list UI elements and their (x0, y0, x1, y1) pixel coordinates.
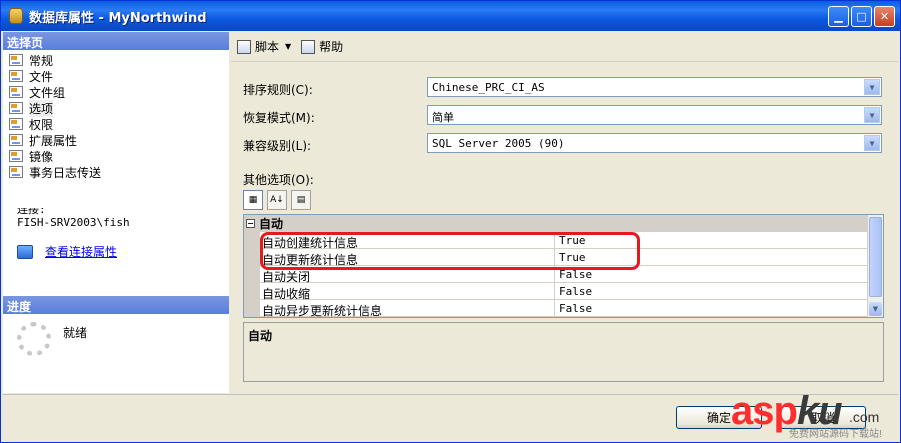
page-icon (9, 166, 23, 178)
recovery-label: 恢复模式(M): (243, 111, 315, 125)
property-pages-icon[interactable]: ▤ (291, 190, 311, 210)
grid-row[interactable]: 自动收缩 False (244, 283, 883, 301)
script-icon (237, 39, 251, 54)
scrollbar-thumb[interactable] (869, 217, 882, 297)
options-form: 排序规则(C): Chinese_PRC_CI_AS ▼ 恢复模式(M): 简单… (243, 77, 888, 161)
script-label: 脚本 (255, 40, 280, 54)
description-panel: 自动 (243, 322, 884, 382)
grid-row[interactable]: 自动异步更新统计信息 False (244, 300, 883, 318)
right-panel: 脚本 ▼ 帮助 排序规则(C): Chinese_PRC_CI_AS ▼ 恢复模… (231, 32, 898, 393)
description-title: 自动 (248, 329, 273, 343)
page-icon (9, 86, 23, 98)
title-bar[interactable]: 数据库属性 - MyNorthwind ▁ □ ✕ (1, 1, 900, 31)
window-title: 数据库属性 - MyNorthwind (29, 10, 207, 26)
page-icon (9, 118, 23, 130)
connection-server: FISH-SRV2003\fish (17, 216, 130, 229)
page-item-permissions[interactable]: 权限 (9, 116, 229, 132)
connection-section: 连接: FISH-SRV2003\fish 查看连接属性 (3, 208, 229, 260)
progress-status: 就绪 (63, 326, 88, 340)
page-icon (9, 150, 23, 162)
sort-alphabetical-icon[interactable]: A↓ (267, 190, 287, 210)
compatibility-value: SQL Server 2005 (90) (432, 137, 565, 150)
help-label: 帮助 (319, 40, 344, 54)
close-button[interactable]: ✕ (874, 6, 895, 27)
other-options-label: 其他选项(O): (243, 173, 314, 187)
page-item-label: 文件 (29, 69, 54, 84)
database-icon (9, 8, 23, 24)
page-item-label: 事务日志传送 (29, 165, 102, 180)
highlight-annotation (260, 232, 640, 270)
help-button[interactable]: 帮助 (301, 38, 343, 55)
script-button[interactable]: 脚本 ▼ (237, 38, 291, 55)
page-list: 常规 文件 文件组 选项 权限 扩展属性 镜像 事务日志传送 (3, 50, 229, 180)
page-item-options[interactable]: 选项 (9, 99, 229, 117)
view-connection-properties[interactable]: 查看连接属性 (3, 243, 229, 260)
collation-label: 排序规则(C): (243, 83, 313, 97)
compatibility-label: 兼容级别(L): (243, 139, 312, 153)
page-item-filegroups[interactable]: 文件组 (9, 84, 229, 100)
page-icon (9, 102, 23, 114)
left-panel: 选择页 常规 文件 文件组 选项 权限 扩展属性 镜像 事务日志传送 连接: F… (3, 32, 229, 393)
property-value[interactable]: False (555, 283, 883, 299)
chevron-down-icon[interactable]: ▼ (864, 79, 880, 95)
scroll-down-icon[interactable]: ▼ (869, 302, 882, 316)
connection-label: 连接: (17, 208, 46, 216)
page-icon (9, 54, 23, 66)
categorized-icon[interactable]: ▦ (243, 190, 263, 210)
page-item-label: 常规 (29, 53, 54, 68)
view-connection-link[interactable]: 查看连接属性 (45, 243, 117, 260)
compatibility-level-select[interactable]: SQL Server 2005 (90) ▼ (427, 133, 882, 153)
collapse-icon[interactable]: − (246, 219, 255, 228)
page-item-mirroring[interactable]: 镜像 (9, 148, 229, 164)
property-grid: − 自动 自动创建统计信息 True 自动更新统计信息 True 自动关闭 Fa… (243, 214, 884, 318)
page-item-label: 权限 (29, 117, 54, 132)
page-item-log-shipping[interactable]: 事务日志传送 (9, 164, 229, 180)
watermark-logo: aspku .com 免费网站源码下载站! (731, 389, 901, 443)
collation-select[interactable]: Chinese_PRC_CI_AS ▼ (427, 77, 882, 97)
property-value[interactable]: False (555, 300, 883, 316)
grid-category-auto[interactable]: − 自动 (244, 215, 883, 232)
page-item-label: 文件组 (29, 85, 66, 100)
recovery-row: 恢复模式(M): 简单 ▼ (243, 105, 888, 133)
page-item-extended-properties[interactable]: 扩展属性 (9, 132, 229, 148)
window-controls: ▁ □ ✕ (828, 6, 895, 27)
connection-icon (17, 244, 33, 259)
help-icon (301, 39, 316, 54)
watermark-subtitle: 免费网站源码下载站! (789, 429, 882, 440)
toolbar: 脚本 ▼ 帮助 (231, 32, 898, 62)
recovery-value: 简单 (432, 111, 454, 124)
select-page-header: 选择页 (3, 32, 229, 50)
minimize-button[interactable]: ▁ (828, 6, 849, 27)
page-item-files[interactable]: 文件 (9, 68, 229, 84)
chevron-down-icon[interactable]: ▼ (285, 42, 291, 51)
property-name: 自动收缩 (260, 283, 555, 301)
chevron-down-icon[interactable]: ▼ (864, 107, 880, 123)
watermark-domain: .com (849, 409, 880, 425)
page-item-label: 镜像 (29, 149, 54, 164)
progress-spinner-icon (17, 322, 51, 356)
page-icon (9, 134, 23, 146)
database-properties-window: 数据库属性 - MyNorthwind ▁ □ ✕ 选择页 常规 文件 文件组 (0, 0, 901, 443)
property-name: 自动异步更新统计信息 (260, 300, 555, 318)
maximize-button[interactable]: □ (851, 6, 872, 27)
recovery-model-select[interactable]: 简单 ▼ (427, 105, 882, 125)
grid-category-label: 自动 (259, 217, 284, 231)
chevron-down-icon[interactable]: ▼ (864, 135, 880, 151)
collation-value: Chinese_PRC_CI_AS (432, 81, 545, 94)
progress-body: 就绪 (3, 314, 229, 393)
page-icon (9, 70, 23, 82)
grid-toolbar: ▦ A↓ ▤ (243, 190, 311, 210)
page-item-general[interactable]: 常规 (9, 52, 229, 68)
page-item-label: 扩展属性 (29, 133, 78, 148)
progress-header: 进度 (3, 296, 229, 314)
grid-scrollbar[interactable]: ▼ (867, 215, 883, 317)
compatibility-row: 兼容级别(L): SQL Server 2005 (90) ▼ (243, 133, 888, 161)
collation-row: 排序规则(C): Chinese_PRC_CI_AS ▼ (243, 77, 888, 105)
page-item-label: 选项 (29, 99, 54, 117)
